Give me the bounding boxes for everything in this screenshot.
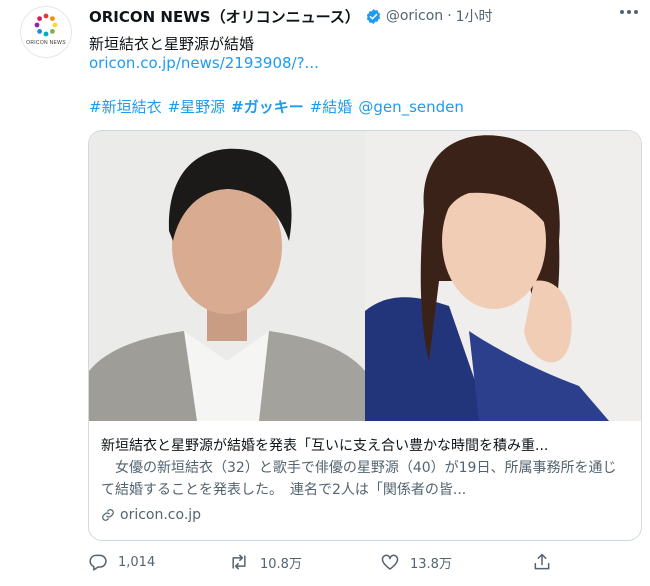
tweet-actions: 1,014 10.8万 13.8万 (88, 552, 558, 578)
share-button[interactable] (532, 552, 562, 572)
separator-dot: · (447, 8, 452, 24)
card-domain-text: oricon.co.jp (120, 507, 202, 523)
card-image[interactable] (89, 131, 641, 421)
hashtag-kekkon[interactable]: #結婚 (310, 98, 353, 116)
heart-icon (381, 554, 399, 570)
reply-button[interactable]: 1,014 (88, 552, 155, 572)
retweet-icon (232, 554, 246, 570)
avatar-logo-text: ORICON NEWS (26, 40, 66, 46)
tweet-link[interactable]: oricon.co.jp/news/2193908/?... (89, 54, 319, 72)
like-count: 13.8万 (410, 556, 452, 572)
retweet-count: 10.8万 (260, 556, 302, 572)
mention-gen-senden[interactable]: @gen_senden (358, 98, 464, 116)
author-name[interactable]: ORICON NEWS（オリコンニュース） (89, 6, 360, 27)
reply-icon (89, 554, 107, 571)
like-button[interactable]: 13.8万 (380, 552, 452, 572)
verified-badge-icon (366, 8, 380, 24)
reply-count: 1,014 (118, 554, 156, 570)
tweet-time[interactable]: 1小时 (456, 6, 493, 26)
share-icon (534, 553, 550, 570)
author-handle[interactable]: @oricon (386, 8, 443, 24)
link-icon (102, 509, 114, 521)
hashtag-hoshino[interactable]: #星野源 (168, 98, 226, 116)
retweet-button[interactable]: 10.8万 (228, 552, 302, 572)
tweet-text: 新垣結衣と星野源が結婚 (89, 35, 255, 53)
hashtag-aragaki[interactable]: #新垣結衣 (89, 98, 162, 116)
more-options-icon[interactable] (618, 3, 640, 21)
hashtag-gakki[interactable]: #ガッキー (231, 98, 304, 116)
tweet-header: ORICON NEWS（オリコンニュース） @oricon · 1小时 (89, 5, 640, 27)
card-description: 女優の新垣結衣（32）と歌手で俳優の星野源（40）が19日、所属事務所を通じて結… (101, 460, 617, 498)
card-domain[interactable]: oricon.co.jp (101, 507, 201, 523)
oricon-logo-icon (34, 13, 58, 37)
hashtag-list: #新垣結衣 #星野源 #ガッキー #結婚 @gen_senden (89, 96, 470, 117)
card-title[interactable]: 新垣結衣と星野源が結婚を発表「互いに支え合い豊かな時間を積み重... (101, 435, 629, 455)
avatar[interactable]: ORICON NEWS (20, 6, 72, 58)
link-card[interactable]: 新垣結衣と星野源が結婚を発表「互いに支え合い豊かな時間を積み重... 女優の新垣… (88, 130, 642, 541)
